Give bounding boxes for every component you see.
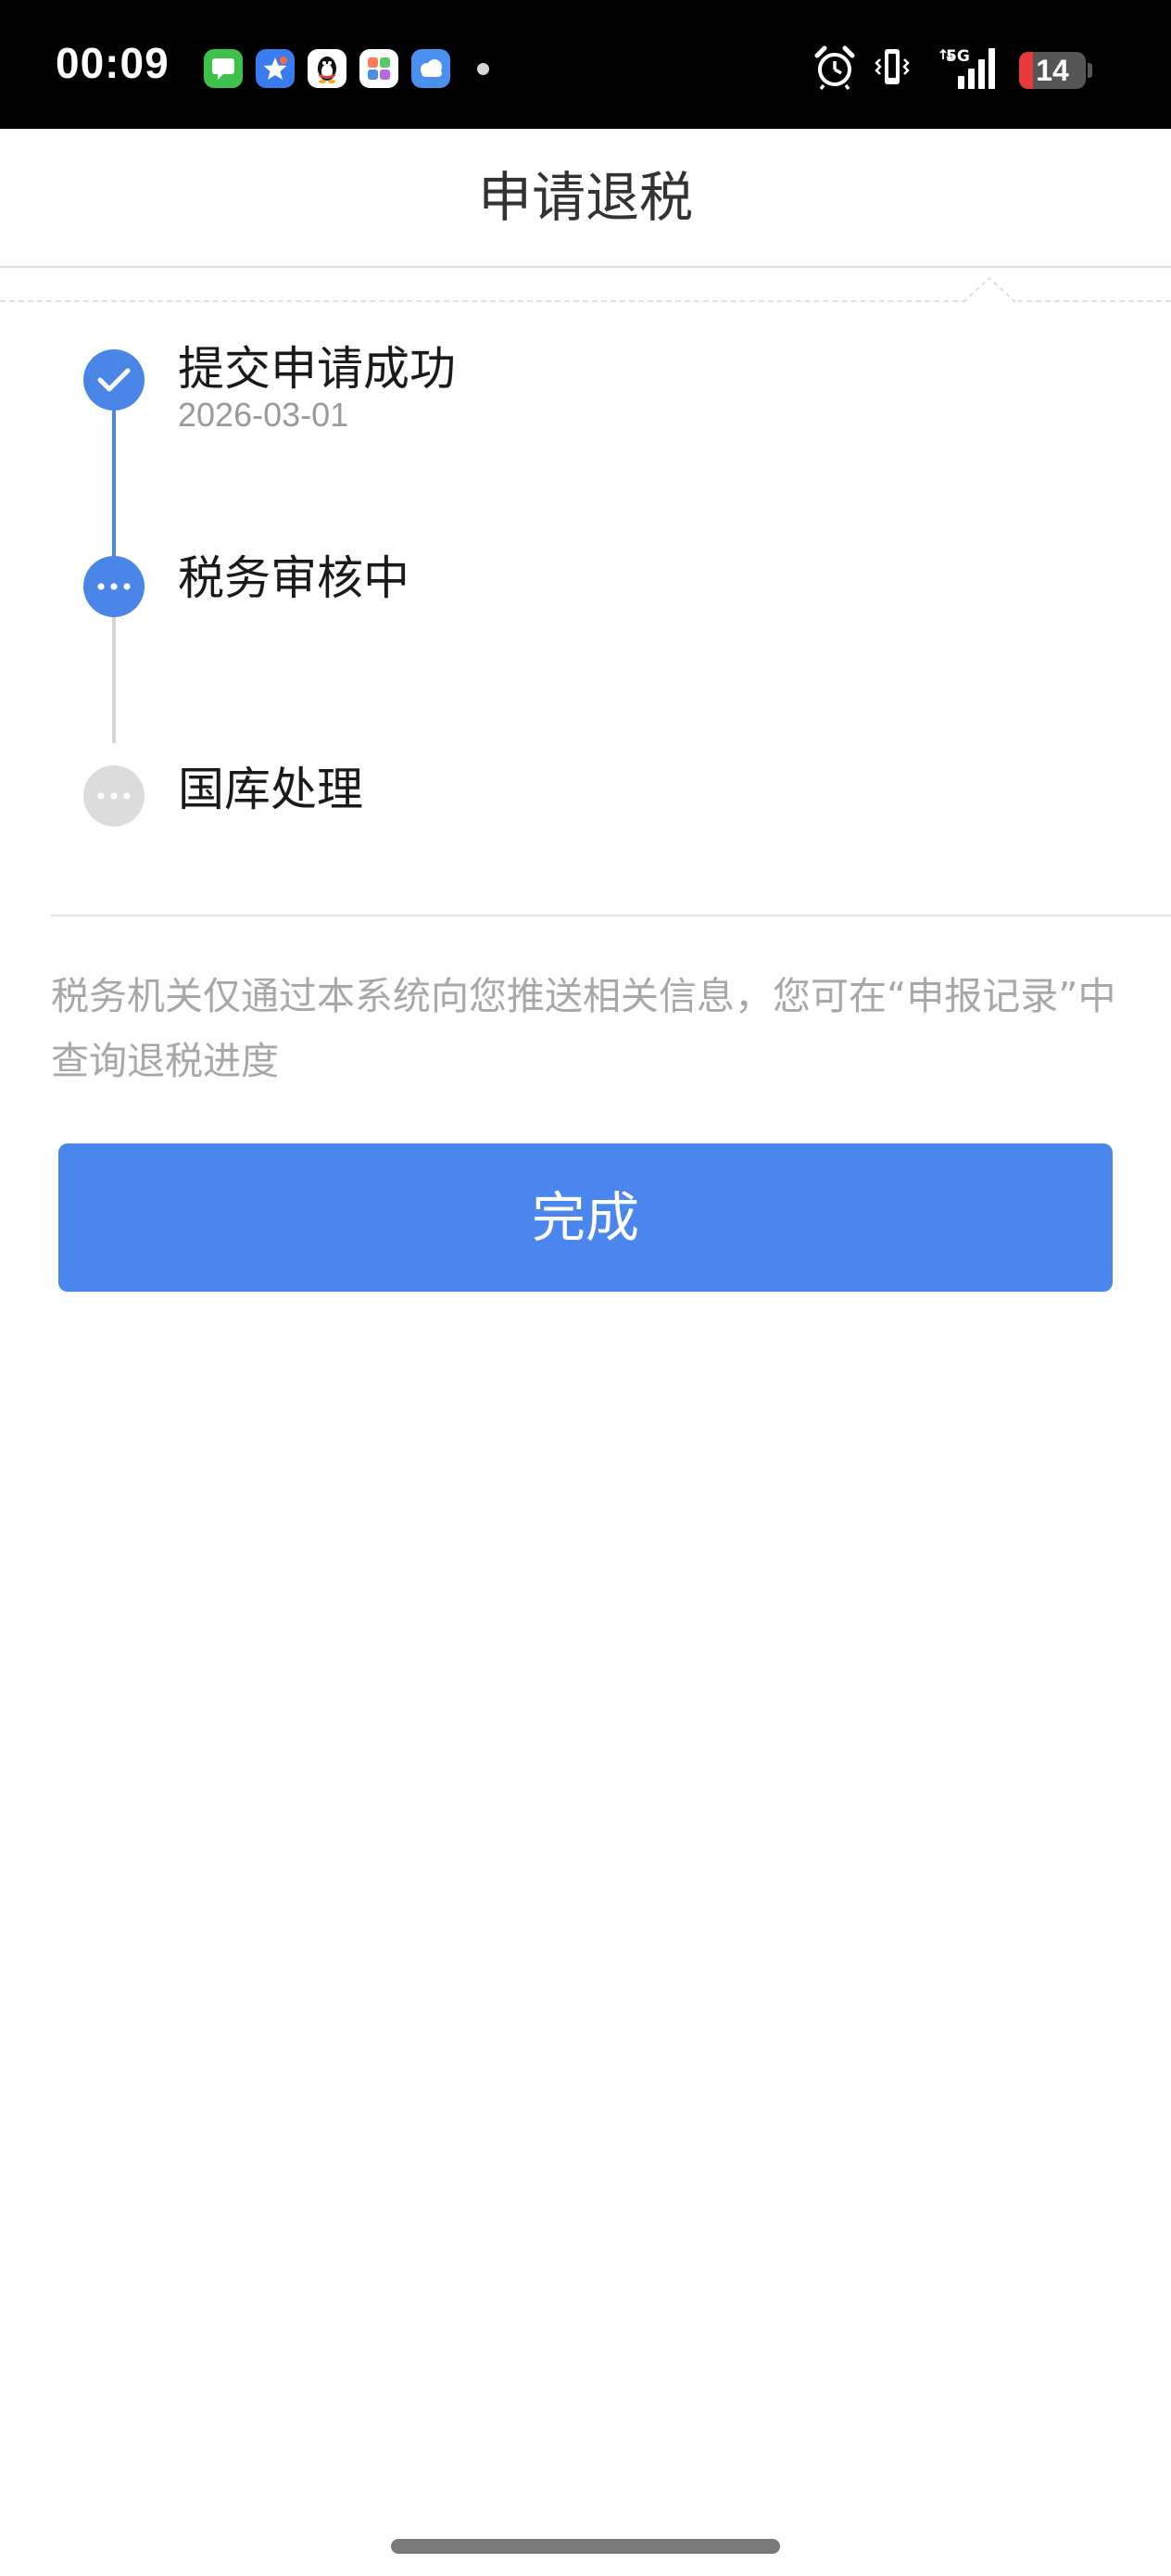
notice-text: 税务机关仅通过本系统向您推送相关信息，您可在“申报记录”中查询退税进度 [51, 974, 1116, 1083]
page-title: 申请退税 [477, 166, 693, 229]
signal-icon [938, 44, 1002, 93]
gallery-icon [359, 49, 398, 88]
alarm-icon [813, 44, 856, 91]
step-submitted-date: 2026-03-01 [178, 396, 349, 434]
caret-up-icon [963, 276, 1016, 308]
app-header: 申请退税 [0, 129, 1171, 268]
more-dots-icon [97, 583, 131, 590]
messages-icon [204, 49, 243, 88]
timeline-connector-pending [112, 595, 116, 743]
step-treasury-label: 国库处理 [178, 763, 363, 816]
star-app-icon [256, 49, 295, 88]
more-dots-icon [97, 792, 131, 800]
section-divider [51, 915, 1171, 916]
step-active-node [83, 556, 145, 617]
step-pending-node [83, 765, 145, 827]
notification-dot [477, 63, 489, 75]
vibrate-icon [874, 44, 911, 91]
step-done-node [83, 349, 145, 410]
done-button[interactable]: 完成 [58, 1143, 1113, 1292]
step-review-label: 税务审核中 [178, 551, 409, 605]
battery-level: 14 [1036, 54, 1069, 87]
refund-progress-timeline: 提交申请成功 2026-03-01 税务审核中 国库处理 [0, 306, 1171, 917]
check-icon [97, 368, 131, 392]
battery-tip [1088, 63, 1092, 78]
status-time: 00:09 [56, 39, 170, 87]
battery-icon: 14 [1019, 52, 1086, 89]
weather-icon [411, 49, 450, 88]
qq-penguin-icon [308, 49, 346, 88]
status-bar: 00:09 5G 14 [0, 0, 1171, 129]
home-indicator[interactable] [391, 2539, 780, 2554]
step-submitted-label: 提交申请成功 [178, 342, 456, 396]
